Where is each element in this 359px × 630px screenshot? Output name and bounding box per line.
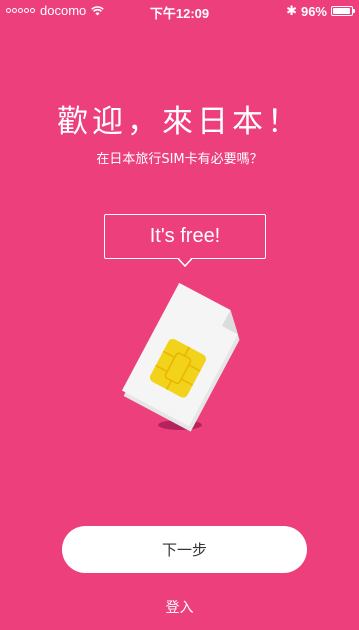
battery-percent: 96% (300, 3, 327, 19)
welcome-subtitle: 在日本旅行SIM卡有必要嗎？ (96, 152, 263, 167)
speech-bubble: It's free! (104, 214, 266, 259)
welcome-screen: docomo 下午12:09 ✱ 96% 歡迎，來日本！ 在日本旅行SIM卡有必… (0, 0, 359, 630)
bubble-tail (178, 258, 192, 267)
welcome-title: 歡迎，來日本！ (57, 104, 302, 140)
next-button-label: 下一步 (161, 541, 207, 559)
bubble-text: It's free! (149, 225, 221, 247)
status-right: ✱ 96% (286, 3, 355, 19)
battery-fill (333, 8, 351, 14)
status-bar: docomo 下午12:09 ✱ 96% (0, 0, 359, 21)
bluetooth-icon: ✱ (286, 3, 297, 18)
login-link[interactable]: 登入 (0, 597, 359, 617)
sim-card-icon (121, 282, 240, 432)
battery-icon (331, 6, 355, 16)
next-button[interactable]: 下一步 (62, 526, 307, 573)
